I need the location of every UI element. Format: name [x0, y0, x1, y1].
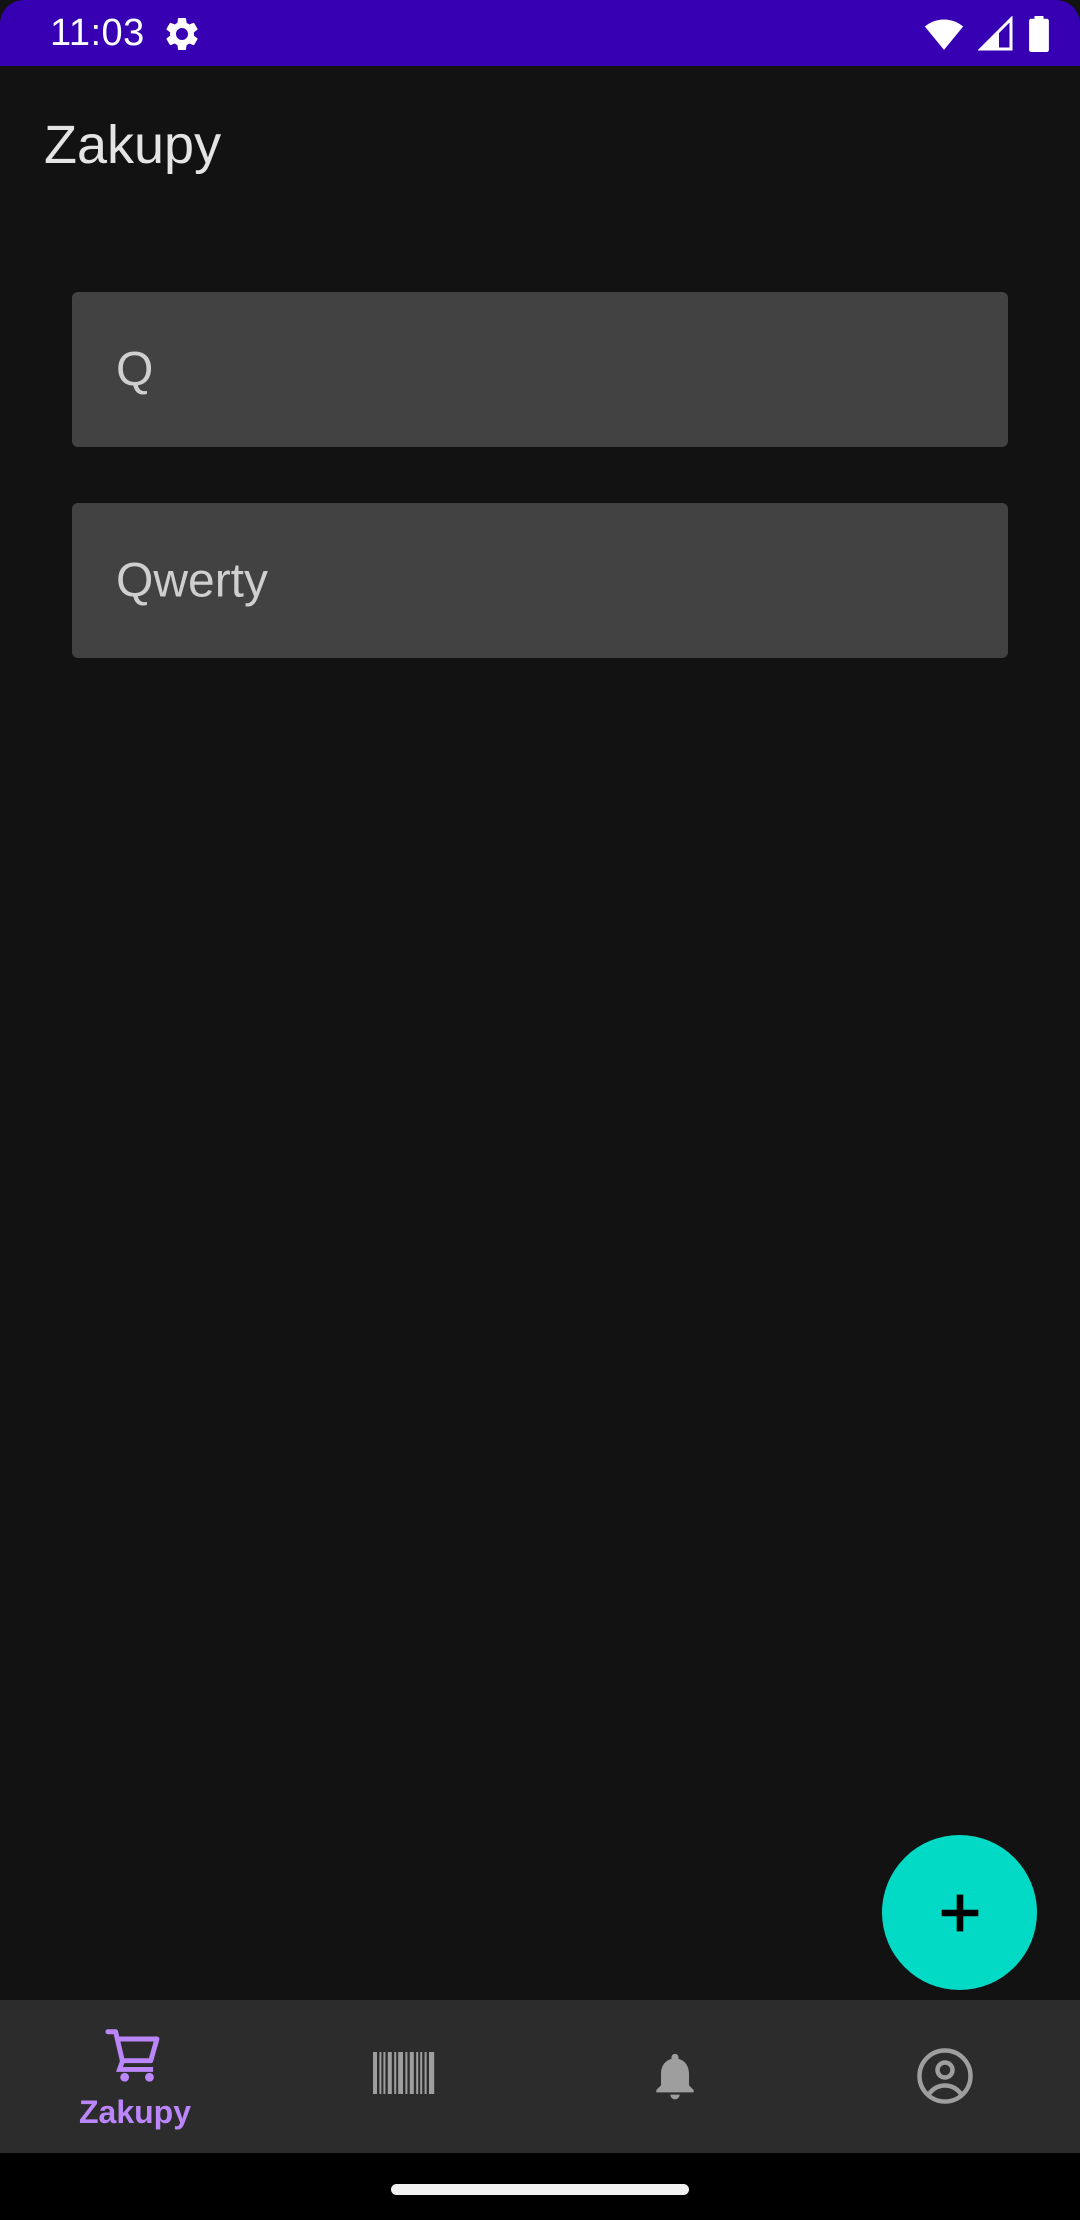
- settings-gear-icon: [166, 17, 198, 50]
- nav-item-label: Zakupy: [78, 2094, 192, 2130]
- barcode-icon: [373, 2052, 435, 2094]
- cellular-signal-icon: [978, 16, 1013, 51]
- nav-item-account[interactable]: [810, 2000, 1080, 2153]
- wifi-icon: [924, 19, 964, 50]
- add-list-button[interactable]: [882, 1835, 1037, 1990]
- bottom-navigation: Zakupy: [0, 2000, 1080, 2153]
- list-item[interactable]: Q: [72, 292, 1008, 447]
- status-bar: 11:03: [0, 0, 1080, 66]
- system-navigation-bar: [0, 2153, 1080, 2220]
- list-item-name: Q: [116, 343, 154, 396]
- home-gesture-handle[interactable]: [391, 2184, 689, 2195]
- nav-item-zakupy[interactable]: Zakupy: [0, 2000, 270, 2153]
- battery-icon: [1029, 16, 1049, 52]
- app-title: Zakupy: [44, 115, 222, 175]
- bell-icon: [656, 2053, 694, 2100]
- account-circle-icon: [917, 2048, 973, 2104]
- status-icons: [924, 14, 1050, 54]
- screen: 11:03 Zakupy Q Qwerty Zakupy: [0, 0, 1080, 2220]
- plus-icon: [941, 1894, 978, 1931]
- nav-item-notifications[interactable]: [540, 2000, 810, 2153]
- list-item-name: Qwerty: [116, 554, 269, 607]
- list-item[interactable]: Qwerty: [72, 503, 1008, 658]
- shopping-cart-icon: [105, 2029, 160, 2082]
- nav-item-barcode[interactable]: [270, 2000, 540, 2153]
- status-time: 11:03: [50, 12, 145, 54]
